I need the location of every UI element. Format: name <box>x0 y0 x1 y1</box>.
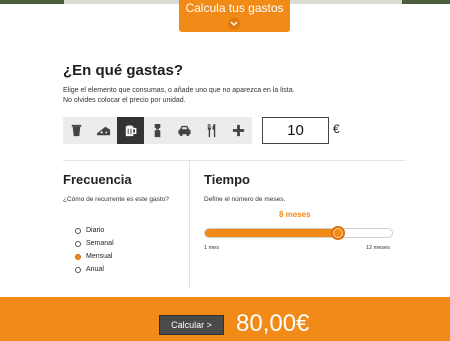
result-bar <box>0 297 450 341</box>
category-car-button[interactable] <box>171 117 198 144</box>
total-amount: 80,00€ <box>236 310 310 337</box>
time-instruction: Define el número de meses. <box>204 196 286 203</box>
cheese-icon <box>96 126 111 136</box>
fork-knife-icon <box>207 123 216 138</box>
ticket-icon <box>154 123 161 138</box>
category-ticket-button[interactable] <box>144 117 171 144</box>
category-selector <box>63 117 252 144</box>
radio-diario[interactable] <box>75 227 81 234</box>
price-input[interactable]: 10 <box>262 117 329 144</box>
plus-icon <box>232 124 245 137</box>
frequency-option-diario[interactable]: Diario <box>75 227 104 234</box>
category-coffee-button[interactable] <box>63 117 90 144</box>
calculate-tab[interactable]: Calcula tus gastos <box>179 0 290 32</box>
slider-min-label: 1 mes <box>204 245 219 251</box>
column-divider <box>189 161 190 289</box>
expenses-heading: ¿En qué gastas? <box>63 62 184 79</box>
category-beer-button[interactable] <box>117 117 144 144</box>
category-restaurant-button[interactable] <box>198 117 225 144</box>
time-title: Tiempo <box>204 172 250 187</box>
calculate-button[interactable]: Calcular > <box>159 315 224 335</box>
frequency-question: ¿Cómo de recurrente es este gasto? <box>63 196 169 203</box>
frequency-option-anual[interactable]: Anual <box>75 266 104 273</box>
slider-max-label: 12 meses <box>366 245 390 251</box>
option-label-anual: Anual <box>86 266 104 273</box>
expenses-description: Elige el elemento que consumas, o añade … <box>63 86 295 106</box>
frequency-option-semanal[interactable]: Semanal <box>75 240 114 247</box>
coffee-cup-icon <box>71 124 82 137</box>
currency-symbol: € <box>333 122 340 136</box>
option-label-semanal: Semanal <box>86 240 114 247</box>
radio-anual[interactable] <box>75 266 81 273</box>
beer-mug-icon <box>125 125 137 137</box>
frequency-title: Frecuencia <box>63 172 132 187</box>
option-label-diario: Diario <box>86 227 105 234</box>
section-divider <box>63 160 405 161</box>
category-add-button[interactable] <box>225 117 252 144</box>
radio-semanal[interactable] <box>75 240 81 247</box>
car-icon <box>178 125 191 137</box>
radio-mensual[interactable] <box>75 253 81 260</box>
description-line-2: No olvides colocar el precio por unidad. <box>63 97 186 104</box>
months-value: 8 meses <box>279 210 311 219</box>
months-slider-track[interactable] <box>204 228 393 238</box>
frequency-option-mensual[interactable]: Mensual <box>75 253 112 260</box>
option-label-mensual: Mensual <box>86 253 113 260</box>
months-slider-handle[interactable] <box>331 226 345 240</box>
months-slider-fill <box>205 229 337 237</box>
description-line-1: Elige el elemento que consumas, o añade … <box>63 87 295 94</box>
chevron-down-icon[interactable] <box>226 17 242 30</box>
calculate-tab-label: Calcula tus gastos <box>185 1 284 15</box>
category-cheese-button[interactable] <box>90 117 117 144</box>
